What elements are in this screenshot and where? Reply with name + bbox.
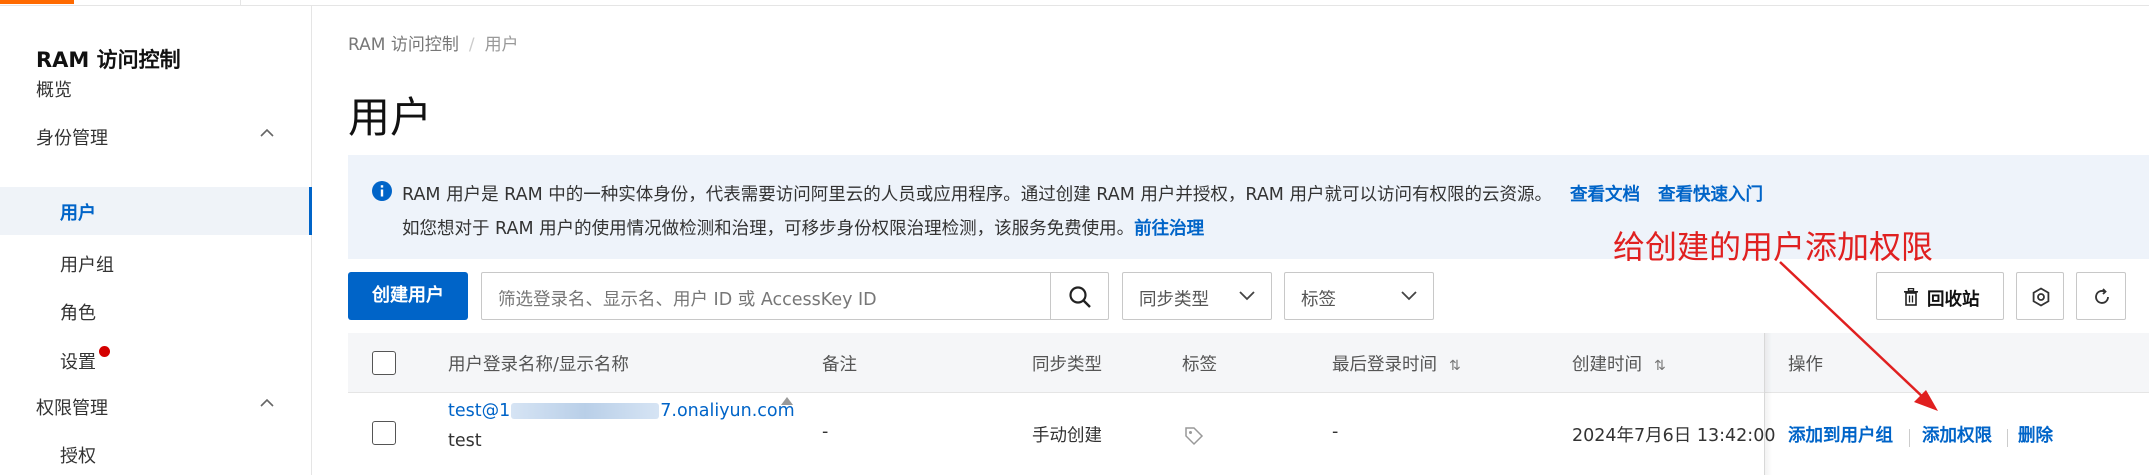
- sidebar-item-user-groups[interactable]: 用户组: [60, 251, 114, 277]
- sidebar-group-permissions[interactable]: 权限管理: [36, 394, 108, 420]
- tags-select[interactable]: 标签: [1284, 272, 1434, 320]
- sidebar-group-identity[interactable]: 身份管理: [36, 124, 108, 150]
- sidebar: RAM 访问控制 概览 身份管理 用户 用户组 角色 设置 权限管理 授权: [0, 6, 312, 475]
- breadcrumb-root[interactable]: RAM 访问控制: [348, 35, 459, 55]
- col-created-label: 创建时间: [1572, 355, 1642, 375]
- search-box[interactable]: 筛选登录名、显示名、用户 ID 或 AccessKey ID: [481, 272, 1109, 320]
- sidebar-item-users-label: 用户: [60, 203, 96, 224]
- col-remark: 备注: [822, 355, 857, 375]
- row-checkbox[interactable]: [372, 421, 396, 445]
- table-header: 用户登录名称/显示名称 备注 同步类型 标签 最后登录时间 ⇅ 创建时间 ⇅ 操作: [348, 333, 2149, 393]
- delete-link[interactable]: 删除: [2018, 422, 2053, 447]
- col-sync-type: 同步类型: [1032, 355, 1102, 375]
- sort-icon[interactable]: ⇅: [1449, 358, 1461, 374]
- gear-icon: [2032, 287, 2050, 307]
- recycle-bin-label: 回收站: [1927, 290, 1980, 310]
- sidebar-item-users[interactable]: 用户: [0, 187, 312, 235]
- add-to-group-link[interactable]: 添加到用户组: [1788, 422, 1893, 447]
- refresh-icon: [2095, 288, 2109, 304]
- quickstart-link[interactable]: 查看快速入门: [1658, 185, 1763, 205]
- notice-line-1: RAM 用户是 RAM 中的一种实体身份，代表需要访问阿里云的人员或应用程序。通…: [402, 181, 1763, 206]
- search-button[interactable]: [1050, 273, 1108, 319]
- table-row: test@1 7.onaliyun.com test - 手动创建 - 2024年…: [348, 393, 2149, 475]
- notice-line-2: 如您想对于 RAM 用户的使用情况做检测和治理，可移步身份权限治理检测，该服务免…: [402, 215, 1204, 240]
- annotation-text: 给创建的用户添加权限: [1613, 228, 1934, 266]
- chevron-down-icon: [1239, 291, 1255, 301]
- chevron-up-icon[interactable]: [260, 396, 274, 410]
- top-bar: [0, 0, 2149, 6]
- tag-icon[interactable]: [1184, 426, 1204, 446]
- col-last-login-label: 最后登录时间: [1332, 355, 1437, 375]
- page-title: 用户: [348, 93, 433, 142]
- op-divider: [2007, 429, 2008, 447]
- breadcrumb-current: 用户: [484, 35, 519, 55]
- sort-icon[interactable]: ⇅: [1654, 358, 1666, 374]
- sidebar-item-settings[interactable]: 设置: [60, 348, 96, 374]
- notice-text-2: 如您想对于 RAM 用户的使用情况做检测和治理，可移步身份权限治理检测，该服务免…: [402, 219, 1135, 239]
- trash-icon: [1904, 288, 1918, 306]
- col-ops: 操作: [1788, 355, 1823, 375]
- user-created-time: 2024年7月6日 13:42:00: [1572, 426, 1776, 446]
- ops-column-shadow: [1764, 333, 1772, 475]
- redacted-area: [511, 403, 660, 419]
- sidebar-item-roles[interactable]: 角色: [60, 299, 96, 325]
- sync-type-label: 同步类型: [1139, 290, 1209, 310]
- breadcrumb: RAM 访问控制 / 用户: [348, 30, 519, 55]
- user-remark: -: [822, 422, 829, 442]
- tags-label: 标签: [1301, 290, 1336, 310]
- breadcrumb-separator: /: [468, 35, 475, 55]
- add-permission-link[interactable]: 添加权限: [1922, 422, 1992, 447]
- col-last-login[interactable]: 最后登录时间 ⇅: [1332, 351, 1461, 376]
- view-docs-link[interactable]: 查看文档: [1570, 185, 1640, 205]
- chevron-up-icon[interactable]: [260, 126, 274, 140]
- user-last-login: -: [1332, 422, 1339, 442]
- user-display-name: test: [448, 431, 482, 451]
- col-tags: 标签: [1182, 355, 1217, 375]
- settings-button[interactable]: [2016, 272, 2064, 320]
- op-divider: [1909, 429, 1910, 447]
- user-login-name-link[interactable]: test@1 7.onaliyun.com: [448, 401, 795, 421]
- brand-accent: [0, 0, 74, 4]
- sidebar-item-overview[interactable]: 概览: [36, 76, 72, 102]
- users-table: 用户登录名称/显示名称 备注 同步类型 标签 最后登录时间 ⇅ 创建时间 ⇅ 操作 …: [348, 333, 2149, 475]
- search-icon: [1069, 286, 1091, 308]
- login-name-prefix: test@1: [448, 401, 511, 421]
- govern-link[interactable]: 前往治理: [1134, 219, 1204, 239]
- notice-text-1: RAM 用户是 RAM 中的一种实体身份，代表需要访问阿里云的人员或应用程序。通…: [402, 185, 1552, 205]
- user-sync-type: 手动创建: [1032, 426, 1102, 446]
- info-icon: [372, 181, 392, 201]
- sync-type-select[interactable]: 同步类型: [1122, 272, 1272, 320]
- recycle-bin-button[interactable]: 回收站: [1876, 272, 2004, 320]
- col-login-name: 用户登录名称/显示名称: [448, 355, 629, 375]
- notification-dot: [99, 346, 110, 357]
- sidebar-title: RAM 访问控制: [36, 48, 181, 72]
- login-name-suffix: 7.onaliyun.com: [660, 401, 795, 421]
- sidebar-item-grants[interactable]: 授权: [60, 442, 96, 468]
- select-all-checkbox[interactable]: [372, 351, 396, 375]
- chevron-down-icon: [1401, 291, 1417, 301]
- col-created[interactable]: 创建时间 ⇅: [1572, 351, 1666, 376]
- search-input[interactable]: 筛选登录名、显示名、用户 ID 或 AccessKey ID: [498, 286, 877, 311]
- create-user-button[interactable]: 创建用户: [348, 272, 468, 320]
- refresh-button[interactable]: [2076, 272, 2126, 320]
